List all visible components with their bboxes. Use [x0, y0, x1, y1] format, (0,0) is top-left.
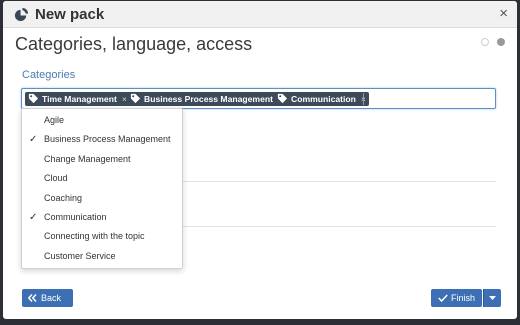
- dropdown-option[interactable]: ✓ Communication: [22, 208, 182, 227]
- step-title: Categories, language, access: [15, 34, 253, 54]
- check-icon: ✓: [29, 211, 38, 223]
- categories-dropdown: Agile ✓ Business Process Management Chang…: [21, 108, 183, 269]
- tag-communication: Communication×: [274, 92, 369, 106]
- tag-label: Communication: [291, 94, 356, 104]
- categories-label: Categories: [22, 69, 76, 81]
- check-icon: ✓: [29, 134, 38, 146]
- check-icon: [438, 293, 448, 302]
- dropdown-option[interactable]: Cloud: [22, 169, 182, 188]
- tag-label: Business Process Management: [144, 94, 273, 104]
- finish-dropdown-toggle[interactable]: [483, 289, 501, 307]
- categories-tag-input[interactable]: Time Management × Business Process Manage…: [21, 88, 496, 109]
- tag-time-management: Time Management ×: [25, 92, 130, 106]
- step-dot-2-active[interactable]: [497, 38, 505, 46]
- dropdown-option[interactable]: Agile: [22, 111, 182, 130]
- modal-title: New pack: [35, 6, 105, 23]
- pie-chart-icon: [14, 7, 29, 22]
- close-icon[interactable]: ×: [499, 5, 508, 22]
- dropdown-option[interactable]: Change Management: [22, 150, 182, 169]
- tag-business-process-management: Business Process Management×: [127, 92, 286, 106]
- tag-icon: [28, 93, 39, 104]
- back-button-label: Back: [41, 293, 62, 303]
- section-divider: [183, 181, 496, 182]
- text-cursor: [363, 93, 364, 105]
- back-button[interactable]: Back: [22, 289, 73, 307]
- tag-label: Time Management: [42, 94, 117, 104]
- finish-button[interactable]: Finish: [431, 289, 482, 307]
- new-pack-modal: New pack × Categories, language, access …: [3, 1, 517, 319]
- dropdown-option[interactable]: Customer Service: [22, 247, 182, 266]
- tag-icon: [277, 93, 288, 104]
- double-chevron-left-icon: [27, 293, 37, 302]
- finish-button-label: Finish: [451, 293, 476, 303]
- dropdown-option[interactable]: ✓ Business Process Management: [22, 130, 182, 149]
- dropdown-option[interactable]: Coaching: [22, 189, 182, 208]
- step-indicator: [481, 38, 507, 46]
- step-dot-1[interactable]: [481, 38, 489, 46]
- section-divider: [183, 226, 496, 227]
- modal-header: New pack ×: [3, 1, 517, 28]
- caret-down-icon: [489, 296, 496, 300]
- tag-icon: [130, 93, 141, 104]
- dropdown-option[interactable]: Connecting with the topic: [22, 227, 182, 246]
